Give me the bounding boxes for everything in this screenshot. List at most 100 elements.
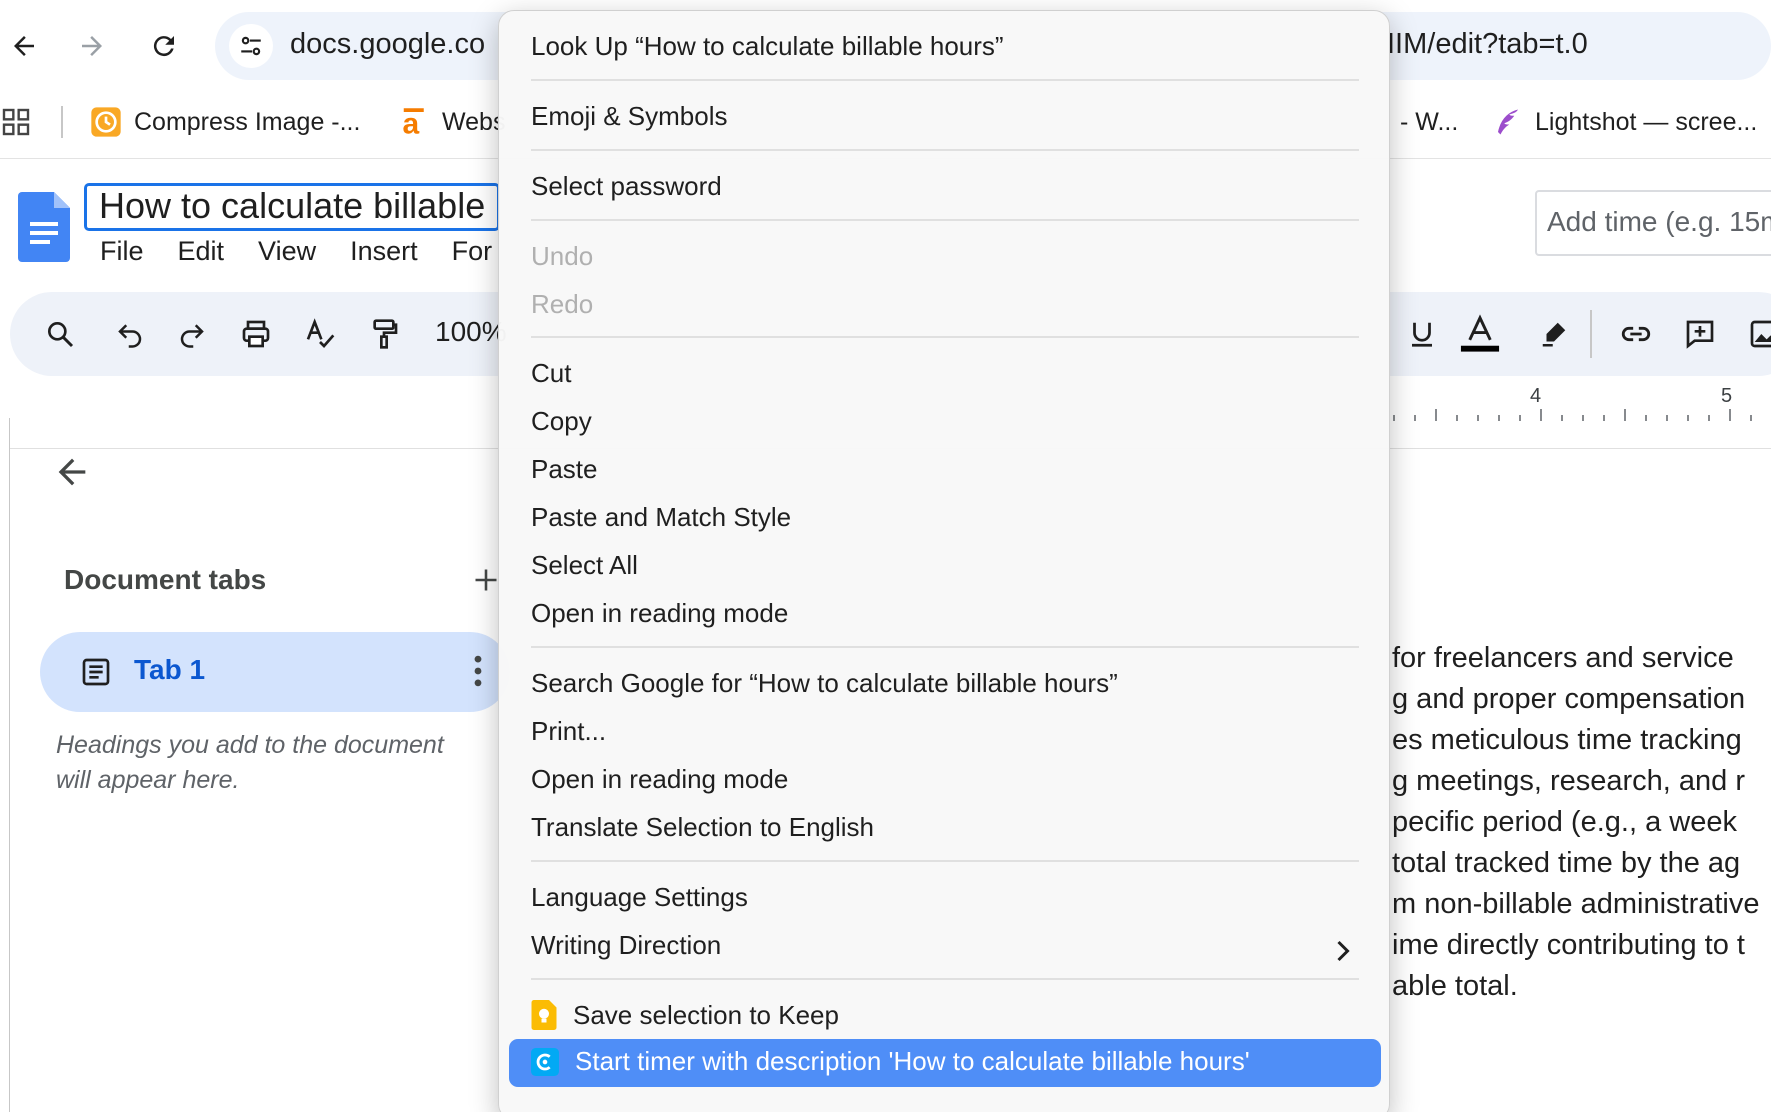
- bookmarks-divider: [61, 106, 63, 138]
- menu-item-search-google[interactable]: Search Google for “How to calculate bill…: [531, 666, 1118, 700]
- menu-item-redo: Redo: [531, 289, 594, 319]
- webs-a-icon: a: [403, 107, 424, 138]
- print-icon: [242, 320, 270, 348]
- underline-button[interactable]: [1398, 310, 1446, 358]
- vertical-ruler: [0, 418, 10, 1112]
- bookmark-label: - W...: [1400, 107, 1459, 136]
- bookmark-lightshot[interactable]: Lightshot — scree...: [1493, 102, 1757, 142]
- menu-item-select-password[interactable]: Select password: [531, 169, 722, 203]
- url-text-end: IIM/edit?tab=t.0: [1387, 28, 1588, 60]
- underline-icon: [1412, 322, 1432, 347]
- text-color-icon: [1460, 314, 1500, 352]
- ruler-mark: 4: [1530, 385, 1542, 407]
- reload-button[interactable]: [140, 22, 188, 70]
- docs-logo[interactable]: [18, 192, 70, 267]
- zoom-select[interactable]: 100%: [435, 316, 507, 348]
- menu-item-cut[interactable]: Cut: [531, 356, 571, 390]
- clockify-icon: [531, 1047, 559, 1076]
- menu-item-print[interactable]: Print...: [531, 714, 606, 748]
- context-menu: Look Up “How to calculate billable hours…: [498, 10, 1390, 1112]
- compress-image-icon: [91, 107, 121, 137]
- toolbar-divider: [1590, 310, 1592, 358]
- redo-button[interactable]: [168, 310, 216, 358]
- add-time-input[interactable]: Add time (e.g. 15m: [1535, 190, 1771, 256]
- bookmark-compress-image[interactable]: Compress Image -...: [90, 102, 360, 142]
- tab-label: Tab 1: [134, 654, 206, 685]
- menu-separator: [531, 336, 1359, 338]
- menu-item-reading-mode-2[interactable]: Open in reading mode: [531, 762, 788, 796]
- docs-menubar: File Edit View Insert For: [100, 236, 492, 272]
- menu-item-look-up[interactable]: Look Up “How to calculate billable hours…: [531, 29, 1004, 63]
- arrow-left-icon: [58, 458, 86, 486]
- bookmark-label: Lightshot — scree...: [1535, 107, 1758, 136]
- highlight-color-button[interactable]: [1530, 310, 1578, 358]
- menu-item-copy[interactable]: Copy: [531, 404, 592, 438]
- doc-text-line: es meticulous time tracking: [1392, 724, 1742, 756]
- menu-item-undo: Undo: [531, 241, 594, 271]
- search-menus-button[interactable]: [36, 310, 84, 358]
- more-vert-icon[interactable]: [472, 654, 484, 688]
- menu-item-paste[interactable]: Paste: [531, 452, 598, 486]
- menu-item-writing-direction[interactable]: Writing Direction: [531, 928, 721, 962]
- menu-item-reading-mode[interactable]: Open in reading mode: [531, 596, 788, 630]
- document-tabs-heading: Document tabs: [64, 564, 267, 595]
- forward-button[interactable]: [68, 22, 116, 70]
- menu-item-label: Save selection to Keep: [573, 999, 839, 1030]
- menu-file[interactable]: File: [100, 236, 144, 272]
- menu-item-save-to-keep[interactable]: Save selection to Keep: [531, 998, 839, 1032]
- doc-text-line: g and proper compensation: [1392, 683, 1746, 715]
- menu-separator: [531, 149, 1359, 151]
- menu-separator: [531, 860, 1359, 862]
- add-comment-icon: [1686, 320, 1714, 349]
- doc-text-line: m non-billable administrative: [1392, 888, 1760, 920]
- bookmark-w[interactable]: - W...: [1400, 102, 1458, 142]
- menu-item-translate[interactable]: Translate Selection to English: [531, 810, 874, 844]
- headings-hint: Headings you add to the document will ap…: [56, 731, 444, 794]
- paint-format-icon: [373, 319, 398, 349]
- menu-separator: [531, 79, 1359, 81]
- menu-item-label: Start timer with description 'How to cal…: [575, 1046, 1250, 1076]
- doc-text-line: able total.: [1392, 970, 1518, 1002]
- add-comment-button[interactable]: [1676, 310, 1724, 358]
- document-title-input[interactable]: How to calculate billable: [84, 183, 501, 231]
- menu-separator: [531, 978, 1359, 980]
- redo-icon: [180, 324, 204, 348]
- ruler-mark: 5: [1721, 385, 1733, 407]
- insert-image-button[interactable]: [1740, 310, 1771, 358]
- start-timer-row: Start timer with description 'How to cal…: [531, 1046, 1250, 1077]
- arrow-left-icon: [14, 36, 34, 56]
- apps-button[interactable]: [0, 102, 32, 142]
- spelling-check-button[interactable]: [296, 310, 344, 358]
- tab-1[interactable]: Tab 1: [40, 632, 510, 712]
- menu-format[interactable]: For: [452, 236, 493, 272]
- insert-link-button[interactable]: [1612, 310, 1660, 358]
- undo-button[interactable]: [106, 310, 154, 358]
- doc-text-line: total tracked time by the ag: [1392, 847, 1741, 879]
- image-icon: [1750, 320, 1771, 348]
- text-color-button[interactable]: [1456, 310, 1504, 358]
- menu-item-select-all[interactable]: Select All: [531, 548, 638, 582]
- bookmark-label: Compress Image -...: [134, 107, 361, 136]
- menu-view[interactable]: View: [258, 236, 316, 272]
- menu-item-language-settings[interactable]: Language Settings: [531, 880, 748, 914]
- paint-format-button[interactable]: [360, 310, 408, 358]
- menu-item-start-timer[interactable]: Start timer with description 'How to cal…: [509, 1039, 1381, 1087]
- doc-text-line: g meetings, research, and r: [1392, 765, 1746, 797]
- spellcheck-icon: [306, 318, 335, 348]
- menu-item-emoji-symbols[interactable]: Emoji & Symbols: [531, 99, 728, 133]
- bookmark-webs[interactable]: a Webs: [400, 102, 506, 142]
- menu-separator: [531, 646, 1359, 648]
- arrow-right-icon: [82, 36, 102, 56]
- back-button[interactable]: [0, 22, 48, 70]
- reload-icon: [153, 36, 174, 57]
- print-button[interactable]: [232, 310, 280, 358]
- close-outline-button[interactable]: [52, 452, 92, 497]
- keep-icon: [531, 1000, 557, 1030]
- site-info-button[interactable]: [229, 24, 273, 68]
- link-icon: [1621, 326, 1651, 342]
- menu-insert[interactable]: Insert: [350, 236, 418, 272]
- menu-item-paste-match-style[interactable]: Paste and Match Style: [531, 500, 791, 534]
- url-text-start: docs.google.co: [290, 28, 486, 60]
- menu-edit[interactable]: Edit: [178, 236, 225, 272]
- search-icon: [47, 322, 74, 348]
